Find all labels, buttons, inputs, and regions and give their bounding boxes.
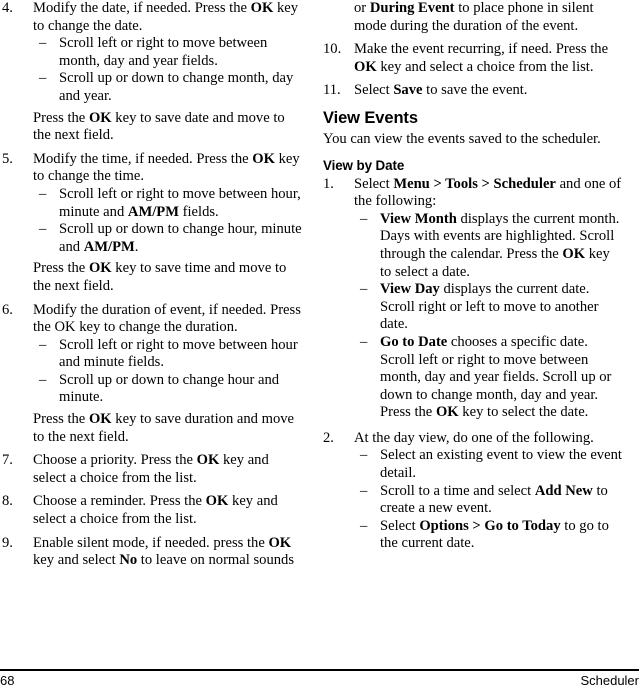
footer-section-title: Scheduler [580,673,639,688]
list-item-number: 6. [2,301,13,318]
page-number: 68 [0,673,15,688]
section-intro-view-events: You can view the events saved to the sch… [323,130,601,147]
sub-list: – View Month displays the current month.… [354,211,623,422]
sub-list-item-text: View Day displays the current date. Scro… [380,281,599,333]
sub-list-item: – Scroll up or down to change month, day… [33,70,302,105]
sub-list-item-text: Go to Date chooses a specific date. Scro… [380,333,612,421]
list-item-text: Modify the duration of event, if needed.… [33,301,301,336]
list-item-trailing-paragraph: Press the OK key to save time and move t… [33,260,287,294]
right-column: or During Event to place phone in silent… [323,0,623,559]
two-column-body: 4. Modify the date, if needed. Press the… [0,0,639,665]
list-item-text: Enable silent mode, if needed. press the… [33,534,295,569]
list-item: 9. Enable silent mode, if needed. press … [2,535,302,570]
sub-list-item-text: Scroll to a time and select Add New to c… [380,482,608,517]
sub-list-item-text: Scroll left or right to move between mon… [59,35,268,69]
dash-bullet-icon: – [360,447,368,464]
list-item: 1. Select Menu > Tools > Scheduler and o… [323,176,623,422]
sub-list-item: – Scroll left or right to move between h… [33,337,302,372]
sub-list-item: – Scroll left or right to move between h… [33,186,302,221]
sub-list: – Scroll left or right to move between h… [33,337,302,407]
dash-bullet-icon: – [360,517,368,534]
list-item: 6. Modify the duration of event, if need… [2,302,302,447]
list-item: 5. Modify the time, if needed. Press the… [2,151,302,296]
list-item-number: 1. [323,175,334,192]
sub-list-item: – Select an existing event to view the e… [354,447,623,482]
dash-bullet-icon: – [360,333,368,350]
list-item-text: Choose a reminder. Press the OK key and … [33,493,278,528]
list-item-number: 5. [2,150,13,167]
list-item: 8. Choose a reminder. Press the OK key a… [2,493,302,528]
section-heading-view-events: View Events [323,108,418,127]
list-item-number: 11. [323,82,341,99]
dash-bullet-icon: – [39,221,47,238]
sub-list: – Select an existing event to view the e… [354,447,623,553]
list-item-text: Make the event recurring, if need. Press… [354,41,609,75]
sub-list-item-text: Select Options > Go to Today to go to th… [380,517,609,552]
sub-list-item-text: Scroll left or right to move between hou… [59,185,301,220]
list-item: 10. Make the event recurring, if need. P… [323,41,623,76]
list-item-trailing-paragraph: Press the OK key to save duration and mo… [33,411,295,445]
list-item-number: 7. [2,452,13,469]
dash-bullet-icon: – [39,371,47,388]
list-item-number: 10. [323,41,342,58]
sub-list-item: – View Day displays the current date. Sc… [354,281,623,334]
sub-list-item: – View Month displays the current month.… [354,211,623,281]
sub-list: – Scroll left or right to move between m… [33,35,302,105]
list-item-text: Select Save to save the event. [354,82,528,99]
page-footer: 68 Scheduler [0,663,639,688]
sub-list-item-text: Scroll up or down to change month, day a… [59,70,294,104]
list-item-text: Modify the date, if needed. Press the OK… [33,0,299,34]
dash-bullet-icon: – [360,210,368,227]
list-item-text: Select Menu > Tools > Scheduler and one … [354,175,622,210]
dash-bullet-icon: – [39,336,47,353]
dash-bullet-icon: – [360,482,368,499]
sub-list-item: – Go to Date chooses a specific date. Sc… [354,334,623,422]
list-item-text: Choose a priority. Press the OK key and … [33,452,269,486]
sub-list-item: – Scroll to a time and select Add New to… [354,483,623,518]
list-item-number: 8. [2,493,13,510]
list-item-continuation: or During Event to place phone in silent… [354,0,594,34]
list-item-number: 2. [323,429,334,446]
dash-bullet-icon: – [39,35,47,52]
list-item-trailing-paragraph: Press the OK key to save date and move t… [33,109,285,144]
list-item-number: 9. [2,534,13,551]
sub-list-item-text: Scroll up or down to change hour, minute… [59,221,302,255]
sub-list-item-text: View Month displays the current month. D… [380,210,620,280]
left-column: 4. Modify the date, if needed. Press the… [2,0,302,576]
sub-list-item-text: Scroll up or down to change hour and min… [59,371,280,406]
dash-bullet-icon: – [360,281,368,298]
dash-bullet-icon: – [39,185,47,202]
subsection-heading-view-by-date: View by Date [323,157,405,173]
sub-list-item: – Select Options > Go to Today to go to … [354,518,623,553]
sub-list-item-text: Select an existing event to view the eve… [380,447,622,482]
list-item-text: At the day view, do one of the following… [354,429,594,446]
sub-list-item: – Scroll up or down to change hour and m… [33,372,302,407]
list-item-text: Modify the time, if needed. Press the OK… [33,150,300,185]
dash-bullet-icon: – [39,70,47,87]
footer-divider [0,669,639,671]
list-item: 4. Modify the date, if needed. Press the… [2,0,302,145]
list-item: 11. Select Save to save the event. [323,82,623,100]
document-page: 4. Modify the date, if needed. Press the… [0,0,639,688]
sub-list-item-text: Scroll left or right to move between hou… [59,336,298,371]
sub-list-item: – Scroll up or down to change hour, minu… [33,221,302,256]
list-item: 7. Choose a priority. Press the OK key a… [2,452,302,487]
list-item: 2. At the day view, do one of the follow… [323,430,623,553]
sub-list-item: – Scroll left or right to move between m… [33,35,302,70]
list-item-number: 4. [2,0,13,16]
sub-list: – Scroll left or right to move between h… [33,186,302,256]
